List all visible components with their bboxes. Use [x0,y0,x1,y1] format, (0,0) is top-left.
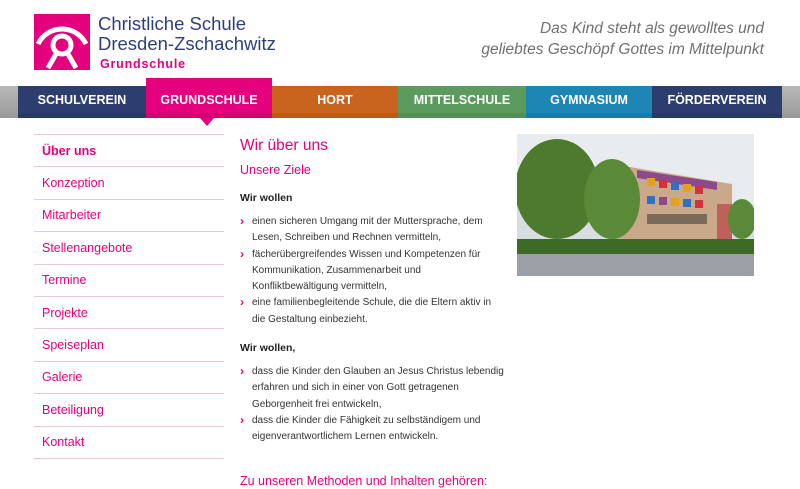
list-item: dass die Kinder die Fähigkeit zu selbstä… [240,412,505,446]
page-title: Wir über uns [240,137,328,154]
sidebar-item[interactable]: Projekte [34,297,224,330]
tagline: Das Kind steht als gewolltes und geliebt… [481,18,764,60]
list-item: eine familienbegleitende Schule, die die… [240,294,505,328]
school-building-photo [517,134,754,276]
active-nav-indicator [200,118,214,126]
main-content: Wir über uns Unsere Ziele Wir wollen ein… [240,134,505,446]
goals-heading: Wir wollen [240,192,293,204]
nav-item-mittelschule[interactable]: MITTELSCHULE [398,86,526,118]
faith-list: dass die Kinder den Glauben an Jesus Chr… [240,363,505,446]
sidebar-item[interactable]: Galerie [34,362,224,395]
nav-item-förderverein[interactable]: FÖRDERVEREIN [652,86,782,118]
sidebar-item[interactable]: Kontakt [34,427,224,459]
nav-item-hort[interactable]: HORT [272,86,398,118]
list-item: fächerübergreifendes Wissen und Kompeten… [240,246,505,296]
school-logo-icon[interactable] [34,14,90,70]
sidebar-item[interactable]: Mitarbeiter [34,200,224,233]
list-item: dass die Kinder den Glauben an Jesus Chr… [240,363,505,413]
school-name-line1: Christliche Schule [98,13,247,34]
school-name-line2: Dresden-Zschachwitz [98,33,276,54]
nav-item-grundschule[interactable]: GRUNDSCHULE [146,78,272,118]
nav-item-gymnasium[interactable]: GYMNASIUM [526,86,652,118]
sidebar-item[interactable]: Stellenangebote [34,232,224,265]
goals-list: einen sicheren Umgang mit der Mutterspra… [240,213,505,328]
faith-heading: Wir wollen, [240,342,296,355]
sidebar-item[interactable]: Konzeption [34,167,224,200]
sidebar-item[interactable]: Über uns [34,135,224,168]
sidebar-item[interactable]: Termine [34,265,224,297]
nav-item-schulverein[interactable]: SCHULVEREIN [18,86,146,118]
list-item: einen sicheren Umgang mit der Mutterspra… [240,213,505,247]
page-header: Christliche Schule Dresden-Zschachwitz G… [0,0,800,86]
tagline-line2: geliebtes Geschöpf Gottes im Mittelpunkt [481,41,764,58]
methods-heading: Zu unseren Methoden und Inhalten gehören… [240,474,488,488]
sidebar-item[interactable]: Speiseplan [34,329,224,362]
section-subtitle: Unsere Ziele [240,163,311,177]
sidebar-nav: Über uns Konzeption Mitarbeiter Stellenange… [34,134,224,459]
main-nav: SCHULVEREIN GRUNDSCHULE HORT MITTELSCHULE GY… [0,78,800,118]
sidebar-item[interactable]: Beteiligung [34,394,224,427]
school-subtitle: Grundschule [100,57,186,71]
school-name[interactable]: Christliche Schule Dresden-Zschachwitz [98,14,276,54]
tagline-line1: Das Kind steht als gewolltes und [539,20,764,37]
